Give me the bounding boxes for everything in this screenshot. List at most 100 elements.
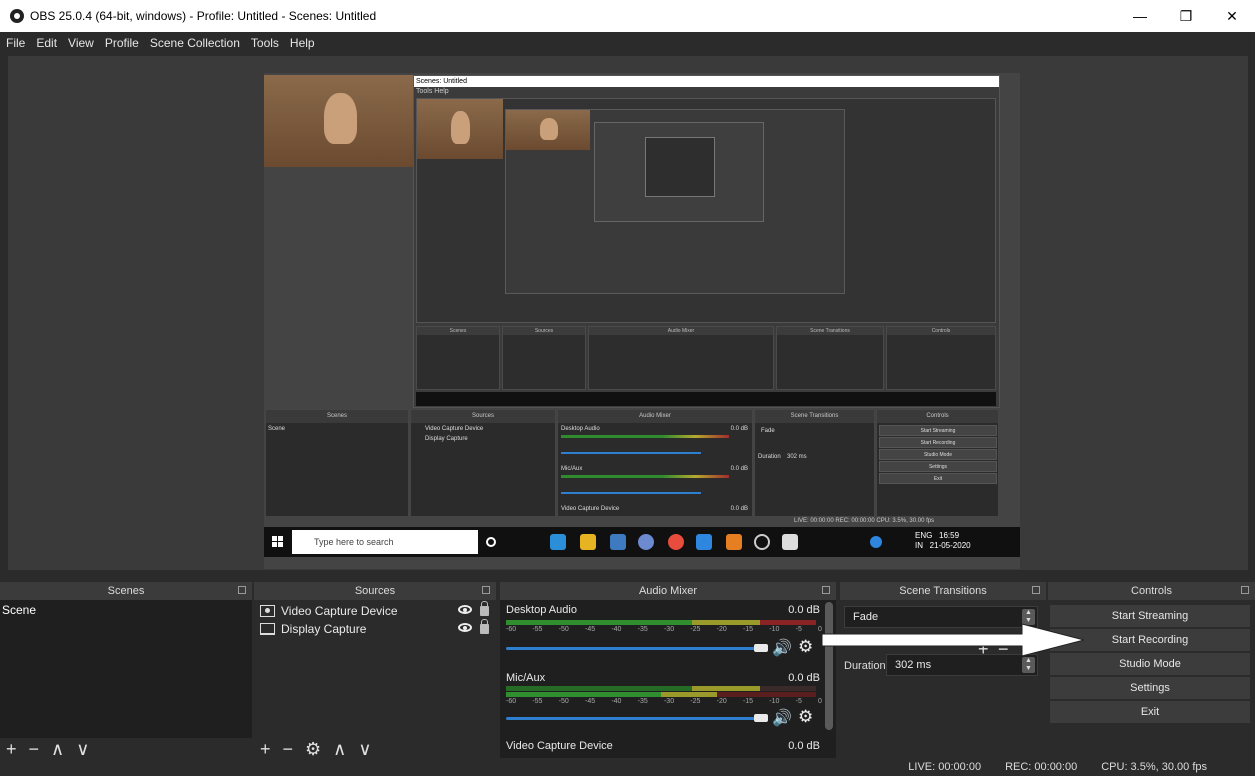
captured-source-1: Video Capture Device (425, 426, 484, 432)
add-scene-button[interactable]: + (6, 740, 17, 758)
captured-transition: Fade (761, 428, 775, 434)
menu-view[interactable]: View (68, 36, 94, 50)
undock-icon[interactable] (1032, 586, 1040, 594)
lock-icon[interactable] (480, 619, 489, 634)
scenes-header: Scenes (0, 582, 252, 600)
lock-icon[interactable] (480, 601, 489, 616)
source-item-video-capture[interactable]: Video Capture Device (260, 601, 492, 620)
visibility-eye-icon[interactable] (458, 605, 472, 614)
nested-preview (416, 98, 996, 323)
live-status: LIVE: 00:00:00 (908, 761, 982, 773)
track-name: Desktop Audio (506, 604, 577, 616)
captured-exit: Exit (879, 473, 997, 484)
settings-button[interactable]: Settings (1050, 677, 1250, 699)
menu-file[interactable]: File (6, 36, 25, 50)
window-controls: — ❐ ✕ (1117, 0, 1255, 32)
speaker-icon[interactable]: 🔊 (772, 638, 792, 658)
captured-db-1: 0.0 dB (730, 426, 748, 432)
nested-sources: Sources (502, 326, 586, 390)
gear-icon[interactable]: ⚙ (798, 637, 813, 657)
gear-icon[interactable]: ⚙ (798, 707, 813, 727)
captured-source-2: Display Capture (425, 436, 468, 442)
mixer-body: Desktop Audio 0.0 dB -60 -55 -50 -45 -40 -35-… (500, 600, 836, 758)
file-explorer-icon (580, 534, 596, 550)
controls-dock: Controls Start Streaming Start Recording… (1048, 582, 1255, 758)
store-icon (610, 534, 626, 550)
move-source-up-button[interactable]: ∧ (333, 740, 346, 758)
controls-header: Controls (1048, 582, 1255, 600)
source-label: Video Capture Device (281, 604, 398, 618)
maximize-button[interactable]: ❐ (1163, 0, 1209, 32)
speaker-icon[interactable]: 🔊 (772, 708, 792, 728)
annotation-arrow-icon (822, 623, 1085, 657)
scenes-list[interactable]: Scene (0, 600, 252, 738)
captured-slider-1 (561, 452, 701, 454)
remove-scene-button[interactable]: − (29, 740, 40, 758)
scene-item[interactable]: Scene (0, 602, 252, 619)
volume-slider-handle[interactable] (754, 644, 768, 652)
move-scene-up-button[interactable]: ∧ (51, 740, 64, 758)
mixer-track-video-capture: Video Capture Device 0.0 dB (506, 740, 822, 752)
captured-track-3: Video Capture Device (561, 506, 620, 512)
visibility-eye-icon[interactable] (458, 623, 472, 632)
captured-track-1: Desktop Audio (561, 426, 600, 432)
window-title: OBS 25.0.4 (64-bit, windows) - Profile: … (30, 9, 377, 23)
move-source-down-button[interactable]: ∨ (358, 740, 371, 758)
add-source-button[interactable]: + (260, 740, 271, 758)
mail-icon (696, 534, 712, 550)
volume-slider[interactable] (506, 717, 760, 720)
nested-docks: Scenes Sources Audio Mixer Scene Transit… (416, 326, 996, 406)
chrome-icon (668, 534, 684, 550)
menu-edit[interactable]: Edit (36, 36, 57, 50)
obs-taskbar-icon (638, 534, 654, 550)
captured-scenes: Scenes Scene (265, 409, 409, 517)
scenes-dock: Scenes Scene + − ∧ ∨ (0, 582, 252, 758)
minimize-button[interactable]: — (1117, 0, 1163, 32)
webcam-feed (264, 75, 414, 167)
captured-duration: 302 ms (787, 454, 807, 460)
undock-icon[interactable] (238, 586, 246, 594)
duration-label: Duration (844, 660, 886, 672)
captured-slider-2 (561, 492, 701, 494)
scene-transitions-dock: Scene Transitions Fade ▲ ▼ + − Duration 3… (840, 582, 1046, 758)
volume-slider-handle[interactable] (754, 714, 768, 722)
close-button[interactable]: ✕ (1209, 0, 1255, 32)
people-icon (870, 536, 882, 548)
track-name: Video Capture Device (506, 740, 613, 752)
preview-area[interactable]: Scenes: Untitled Tools Help Scenes Sourc… (8, 56, 1248, 570)
menu-profile[interactable]: Profile (105, 36, 139, 50)
taskbar-clock: ENG 16:59 IN 21-05-2020 (915, 531, 971, 550)
remove-source-button[interactable]: − (283, 740, 294, 758)
undock-icon[interactable] (822, 586, 830, 594)
move-scene-down-button[interactable]: ∨ (76, 740, 89, 758)
source-label: Display Capture (281, 622, 367, 636)
sources-dock: Sources Video Capture Device Display Cap… (254, 582, 496, 758)
volume-meter (506, 620, 816, 625)
nested-obs-window: Scenes: Untitled Tools Help Scenes Sourc… (413, 75, 1000, 408)
source-item-display-capture[interactable]: Display Capture (260, 619, 492, 638)
captured-duration-label: Duration (758, 454, 781, 460)
menu-help[interactable]: Help (290, 36, 315, 50)
nested-preview-level2 (505, 109, 845, 294)
menu-scene-collection[interactable]: Scene Collection (150, 36, 240, 50)
volume-slider[interactable] (506, 647, 760, 650)
exit-button[interactable]: Exit (1050, 701, 1250, 723)
source-properties-gear-icon[interactable]: ⚙ (305, 740, 321, 758)
menu-tools[interactable]: Tools (251, 36, 279, 50)
nested-taskbar (416, 392, 996, 406)
track-name: Mic/Aux (506, 672, 546, 684)
cpu-status: CPU: 3.5%, 30.00 fps (1101, 761, 1207, 773)
rec-status: REC: 00:00:00 (1005, 761, 1078, 773)
captured-obs-docks: Scenes Scene Sources Video Capture Devic… (265, 409, 999, 519)
nested-title: Scenes: Untitled (414, 76, 999, 87)
undock-icon[interactable] (1241, 586, 1249, 594)
mixer-track-mic-aux: Mic/Aux 0.0 dB -60 -55 -50 -45 -40 -35 -30 -25-… (506, 672, 822, 727)
sources-list[interactable]: Video Capture Device Display Capture (254, 600, 496, 738)
captured-db-2: 0.0 dB (730, 466, 748, 472)
undock-icon[interactable] (482, 586, 490, 594)
captured-sources: Sources Video Capture Device Display Cap… (410, 409, 556, 517)
nested-webcam-feed-2 (506, 110, 590, 150)
captured-track-2: Mic/Aux (561, 466, 583, 472)
taskbar-search: Type here to search (292, 530, 478, 554)
captured-start-streaming: Start Streaming (879, 425, 997, 436)
